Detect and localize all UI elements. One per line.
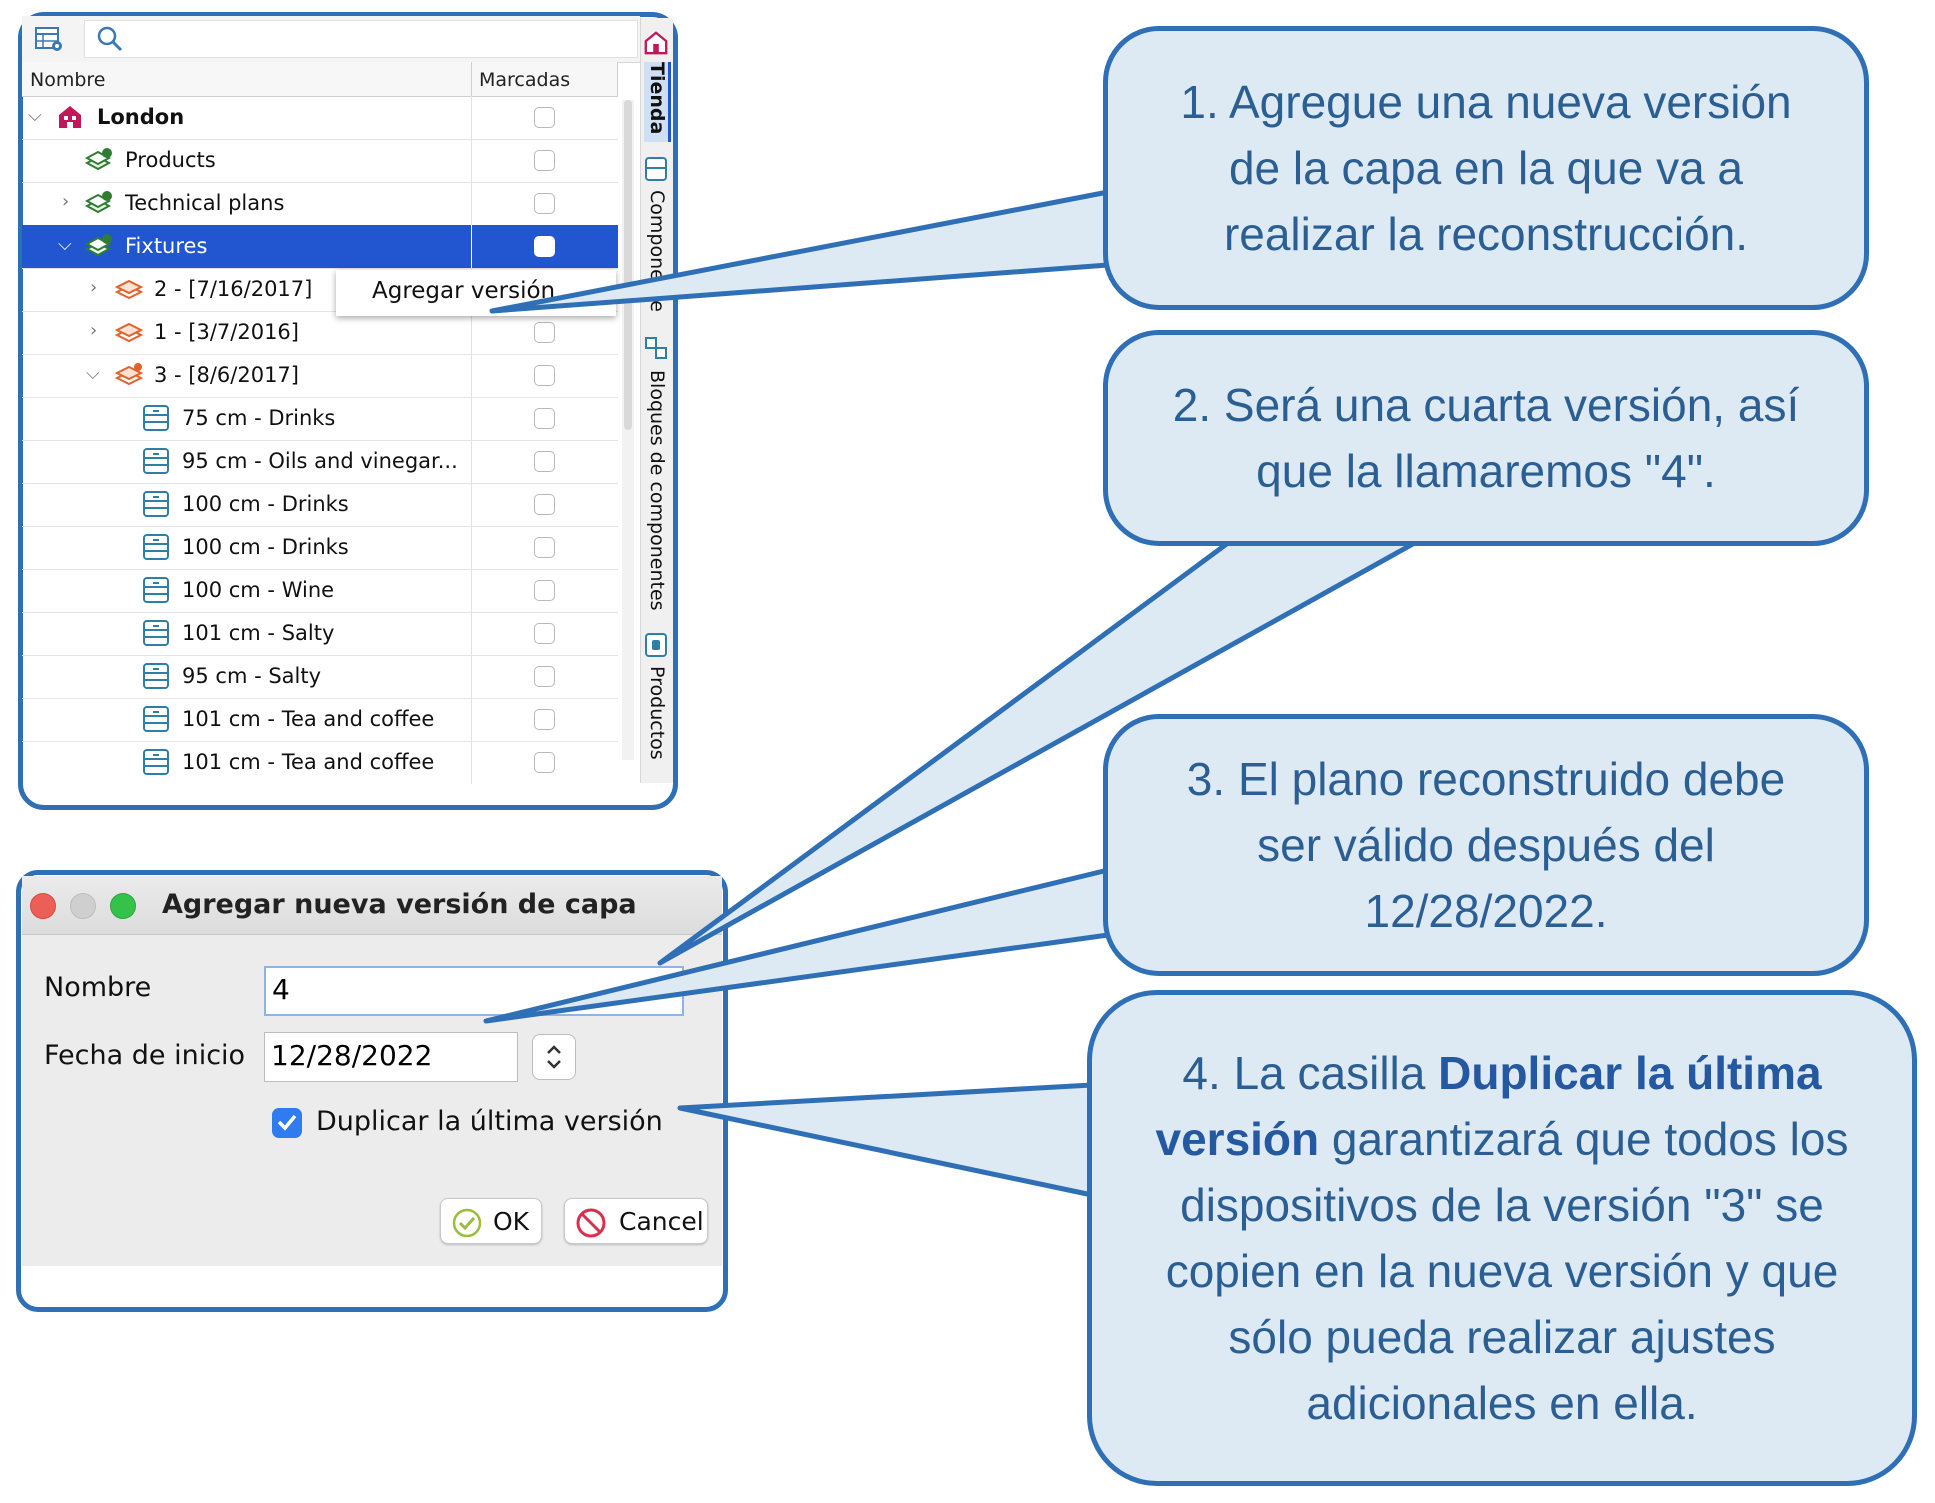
callout-1-pointer [489,189,1111,314]
callout-4-text: 4. La casilla Duplicar la última versión… [1092,1040,1912,1436]
callout-3-pointer [483,867,1111,1024]
callout-3-text: 3. El plano reconstruido debe ser válido… [1186,753,1786,937]
callout-1: 1. Agregue una nueva versión de la capa … [1103,26,1869,310]
callout-2: 2. Será una cuarta versión, así que la l… [1103,330,1869,546]
callout-1-text: 1. Agregue una nueva versión de la capa … [1180,76,1792,260]
callout-4-pointer [677,1082,1095,1198]
callout-4: 4. La casilla Duplicar la última versión… [1087,990,1917,1486]
callout-2-text: 2. Será una cuarta versión, así que la l… [1172,379,1800,497]
callout-3: 3. El plano reconstruido debe ser válido… [1103,714,1869,976]
callout-4-prefix: 4. La casilla [1182,1047,1439,1099]
